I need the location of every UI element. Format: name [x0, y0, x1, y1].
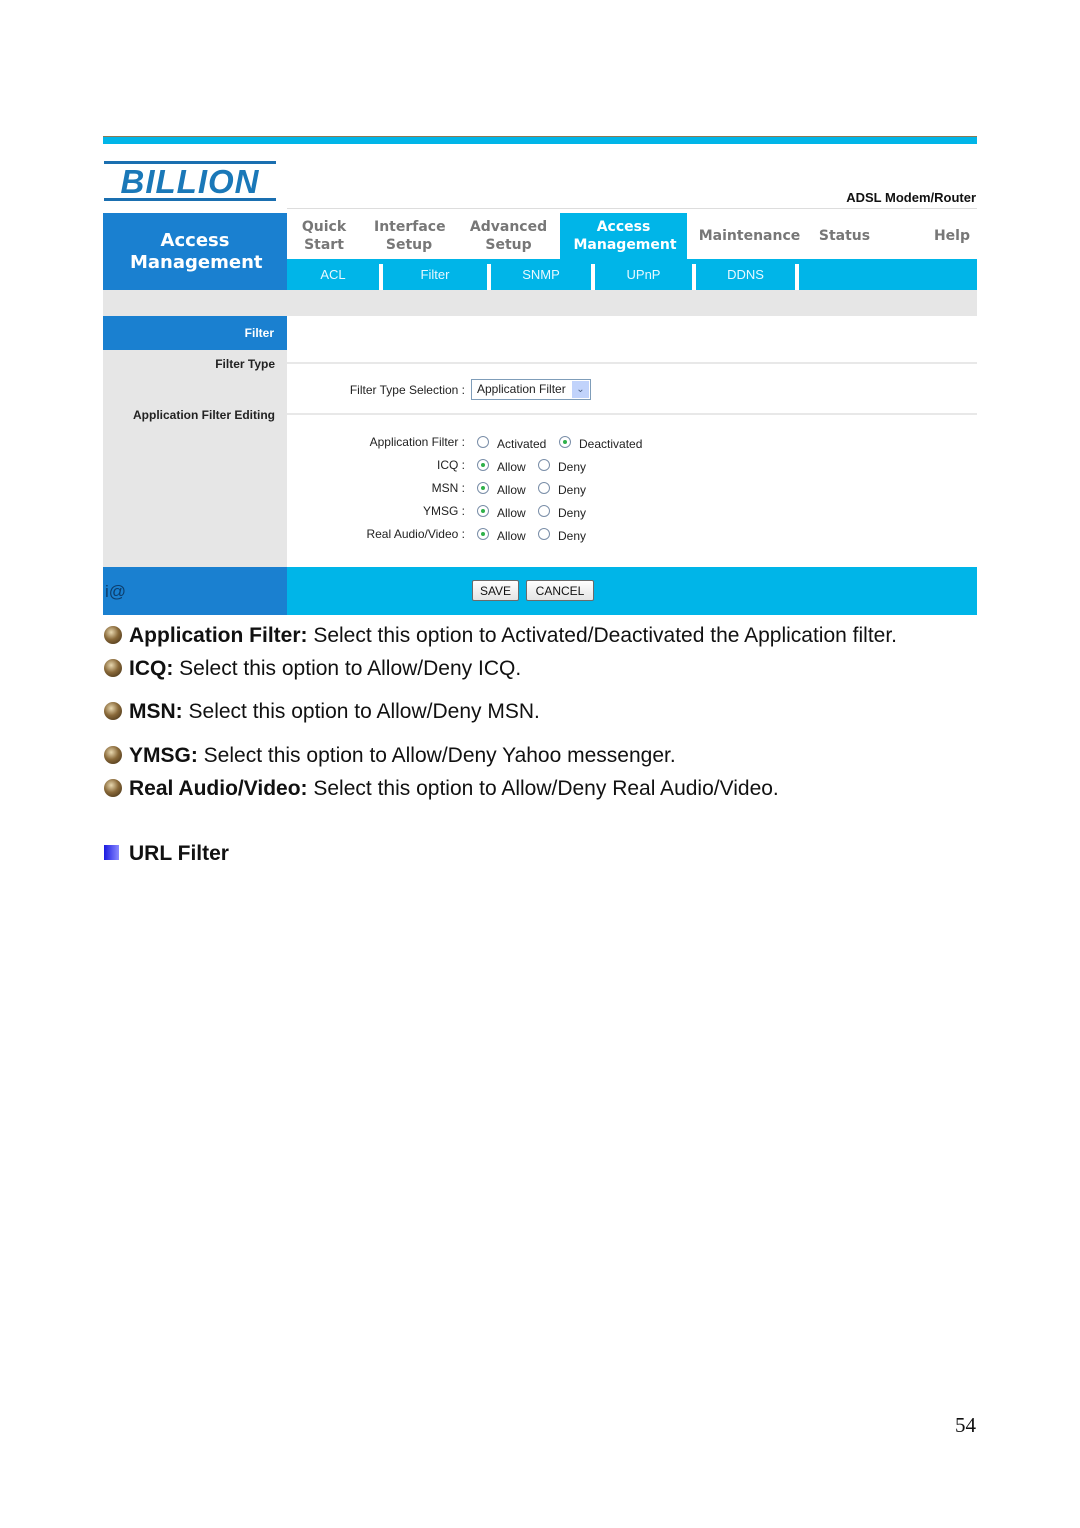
- description: Select this option to Allow/Deny Yahoo m…: [197, 744, 676, 767]
- tab-label: Status: [818, 228, 871, 244]
- radio-deny[interactable]: [538, 482, 550, 494]
- left-panel: [103, 316, 287, 567]
- radio-activated-label: Activated: [497, 437, 547, 451]
- subtab-ddns[interactable]: DDNS: [696, 259, 795, 290]
- term: ICQ:: [129, 657, 174, 680]
- radio-deactivated-label: Deactivated: [579, 437, 643, 451]
- list-item: MSN: Select this option to Allow/Deny MS…: [104, 700, 540, 724]
- blue-square-icon: [104, 845, 119, 860]
- app-label: Real Audio/Video :: [366, 527, 465, 541]
- bullet-ball-icon: [104, 702, 122, 720]
- filter-type-select[interactable]: Application Filter ⌄: [471, 379, 591, 400]
- tab-label: Interface Setup: [374, 219, 446, 253]
- deny-label: Deny: [558, 529, 587, 543]
- radio-deny[interactable]: [538, 528, 550, 540]
- description: Select this option to Activated/Deactiva…: [307, 624, 898, 647]
- bullet-ball-icon: [104, 746, 122, 764]
- router-ui-screenshot: BILLION ADSL Modem/Router Access Managem…: [103, 136, 977, 615]
- tab-advanced-setup[interactable]: Advanced Setup: [457, 213, 560, 259]
- application-filter-label: Application Filter :: [369, 435, 465, 449]
- chevron-down-icon[interactable]: ⌄: [572, 381, 589, 398]
- billion-logo: BILLION: [104, 161, 276, 201]
- tab-label: Advanced Setup: [469, 219, 548, 253]
- app-label: ICQ :: [436, 458, 465, 472]
- bullet-ball-icon: [104, 659, 122, 677]
- main-nav: Quick Start Interface Setup Advanced Set…: [287, 213, 977, 259]
- app-filter-editing-heading: Application Filter Editing: [133, 408, 275, 422]
- logo-bottom-rule: [104, 198, 276, 201]
- radio-activated[interactable]: [477, 436, 489, 448]
- filter-type-label: Filter Type Selection :: [349, 383, 465, 397]
- tab-access-management[interactable]: Access Management: [560, 213, 687, 259]
- row-divider: [287, 413, 977, 415]
- radio-allow[interactable]: [477, 505, 489, 517]
- radio-deny[interactable]: [538, 505, 550, 517]
- list-item: Application Filter: Select this option t…: [104, 624, 897, 648]
- logo-text: BILLION: [120, 163, 260, 200]
- filter-type-value: Application Filter: [477, 382, 566, 396]
- tab-maintenance[interactable]: Maintenance: [687, 213, 812, 259]
- term: MSN:: [129, 700, 183, 723]
- list-item: Real Audio/Video: Select this option to …: [104, 777, 779, 801]
- radio-allow[interactable]: [477, 528, 489, 540]
- tab-help[interactable]: Help: [917, 213, 987, 259]
- radio-allow[interactable]: [477, 459, 489, 471]
- radio-deny[interactable]: [538, 459, 550, 471]
- term: YMSG:: [129, 744, 198, 767]
- save-button[interactable]: SAVE: [472, 580, 519, 601]
- description: Select this option to Allow/Deny MSN.: [182, 700, 540, 723]
- grey-spacer-bar: [103, 290, 977, 316]
- filter-type-heading: Filter Type: [215, 357, 275, 371]
- subnav-separator: [795, 264, 799, 290]
- tab-quick-start[interactable]: Quick Start: [287, 213, 361, 259]
- allow-label: Allow: [497, 460, 526, 474]
- tab-label: Access Management: [573, 219, 677, 253]
- allow-label: Allow: [497, 483, 526, 497]
- deny-label: Deny: [558, 460, 587, 474]
- bullet-ball-icon: [104, 779, 122, 797]
- allow-label: Allow: [497, 529, 526, 543]
- header-divider: [287, 208, 977, 209]
- product-label: ADSL Modem/Router: [846, 190, 976, 205]
- tab-label: Maintenance: [698, 228, 801, 244]
- deny-label: Deny: [558, 506, 587, 520]
- description: Select this option to Allow/Deny ICQ.: [173, 657, 522, 680]
- page-number: 54: [955, 1413, 976, 1437]
- footer-bar: [287, 567, 977, 615]
- subtab-acl[interactable]: ACL: [287, 259, 379, 290]
- row-divider: [287, 362, 977, 364]
- at-sign-icon: i@: [105, 582, 127, 601]
- top-accent-bar: [103, 136, 977, 144]
- list-item: ICQ: Select this option to Allow/Deny IC…: [104, 657, 521, 681]
- bullet-ball-icon: [104, 626, 122, 644]
- cancel-button[interactable]: CANCEL: [526, 580, 594, 601]
- description: Select this option to Allow/Deny Real Au…: [307, 777, 779, 800]
- section-heading: URL Filter: [104, 842, 229, 866]
- subtab-upnp[interactable]: UPnP: [595, 259, 692, 290]
- list-item: YMSG: Select this option to Allow/Deny Y…: [104, 744, 676, 768]
- left-panel-header: Filter: [103, 316, 287, 350]
- radio-allow[interactable]: [477, 482, 489, 494]
- allow-label: Allow: [497, 506, 526, 520]
- tab-status[interactable]: Status: [812, 213, 877, 259]
- section-title-text: Access Management: [130, 229, 263, 273]
- tab-label: Quick Start: [301, 219, 347, 253]
- subtab-filter[interactable]: Filter: [383, 259, 487, 290]
- footer-left: [103, 567, 287, 615]
- app-label: YMSG :: [422, 504, 465, 518]
- section-heading-text: URL Filter: [129, 842, 229, 865]
- term: Real Audio/Video:: [129, 777, 308, 800]
- tab-interface-setup[interactable]: Interface Setup: [361, 213, 457, 259]
- section-title: Access Management: [103, 213, 287, 290]
- tab-label: Help: [933, 228, 971, 244]
- term: Application Filter:: [129, 624, 308, 647]
- deny-label: Deny: [558, 483, 587, 497]
- app-label: MSN :: [431, 481, 465, 495]
- subtab-snmp[interactable]: SNMP: [491, 259, 591, 290]
- sub-nav: ACL Filter SNMP UPnP DDNS: [287, 259, 977, 290]
- radio-deactivated[interactable]: [559, 436, 571, 448]
